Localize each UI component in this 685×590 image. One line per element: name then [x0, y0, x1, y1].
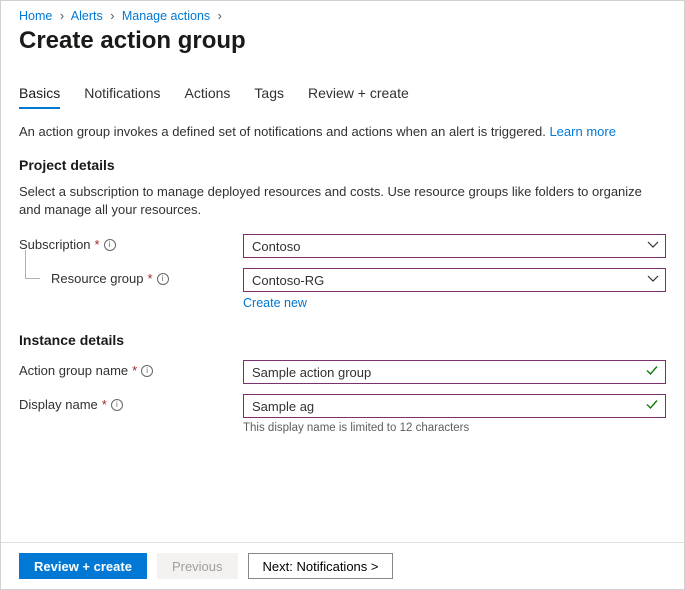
- instance-details-heading: Instance details: [19, 332, 666, 348]
- required-indicator: *: [95, 237, 100, 252]
- chevron-right-icon: ›: [60, 9, 64, 23]
- breadcrumb: Home › Alerts › Manage actions ›: [19, 9, 666, 23]
- info-icon[interactable]: i: [111, 399, 123, 411]
- chevron-down-icon: [647, 273, 659, 288]
- info-icon[interactable]: i: [157, 273, 169, 285]
- footer: Review + create Previous Next: Notificat…: [1, 542, 684, 589]
- next-notifications-button[interactable]: Next: Notifications >: [248, 553, 394, 579]
- description-text: An action group invokes a defined set of…: [19, 124, 546, 139]
- subscription-label: Subscription * i: [19, 234, 243, 252]
- action-group-name-input[interactable]: Sample action group: [243, 360, 666, 384]
- resource-group-label: Resource group * i: [51, 268, 243, 286]
- display-name-hint: This display name is limited to 12 chara…: [243, 422, 666, 434]
- tab-actions[interactable]: Actions: [185, 85, 231, 109]
- chevron-right-icon: ›: [110, 9, 114, 23]
- info-icon[interactable]: i: [141, 365, 153, 377]
- project-details-heading: Project details: [19, 157, 666, 173]
- resource-group-select[interactable]: Contoso-RG: [243, 268, 666, 292]
- chevron-down-icon: [647, 239, 659, 254]
- subscription-select[interactable]: Contoso: [243, 234, 666, 258]
- action-group-name-label: Action group name * i: [19, 360, 243, 378]
- tab-tags[interactable]: Tags: [254, 85, 284, 109]
- tab-bar: Basics Notifications Actions Tags Review…: [19, 85, 666, 110]
- display-name-label: Display name * i: [19, 394, 243, 412]
- previous-button: Previous: [157, 553, 238, 579]
- info-icon[interactable]: i: [104, 239, 116, 251]
- breadcrumb-alerts[interactable]: Alerts: [71, 9, 103, 23]
- required-indicator: *: [132, 363, 137, 378]
- tab-review-create[interactable]: Review + create: [308, 85, 409, 109]
- breadcrumb-home[interactable]: Home: [19, 9, 52, 23]
- breadcrumb-manage-actions[interactable]: Manage actions: [122, 9, 210, 23]
- create-new-link[interactable]: Create new: [243, 296, 307, 310]
- check-icon: [645, 398, 659, 415]
- description: An action group invokes a defined set of…: [19, 124, 666, 139]
- required-indicator: *: [102, 397, 107, 412]
- page-title: Create action group: [19, 27, 666, 55]
- tab-basics[interactable]: Basics: [19, 85, 60, 109]
- review-create-button[interactable]: Review + create: [19, 553, 147, 579]
- learn-more-link[interactable]: Learn more: [549, 124, 615, 139]
- required-indicator: *: [148, 271, 153, 286]
- check-icon: [645, 364, 659, 381]
- project-details-sub: Select a subscription to manage deployed…: [19, 183, 666, 218]
- chevron-right-icon: ›: [218, 9, 222, 23]
- display-name-input[interactable]: Sample ag: [243, 394, 666, 418]
- tab-notifications[interactable]: Notifications: [84, 85, 160, 109]
